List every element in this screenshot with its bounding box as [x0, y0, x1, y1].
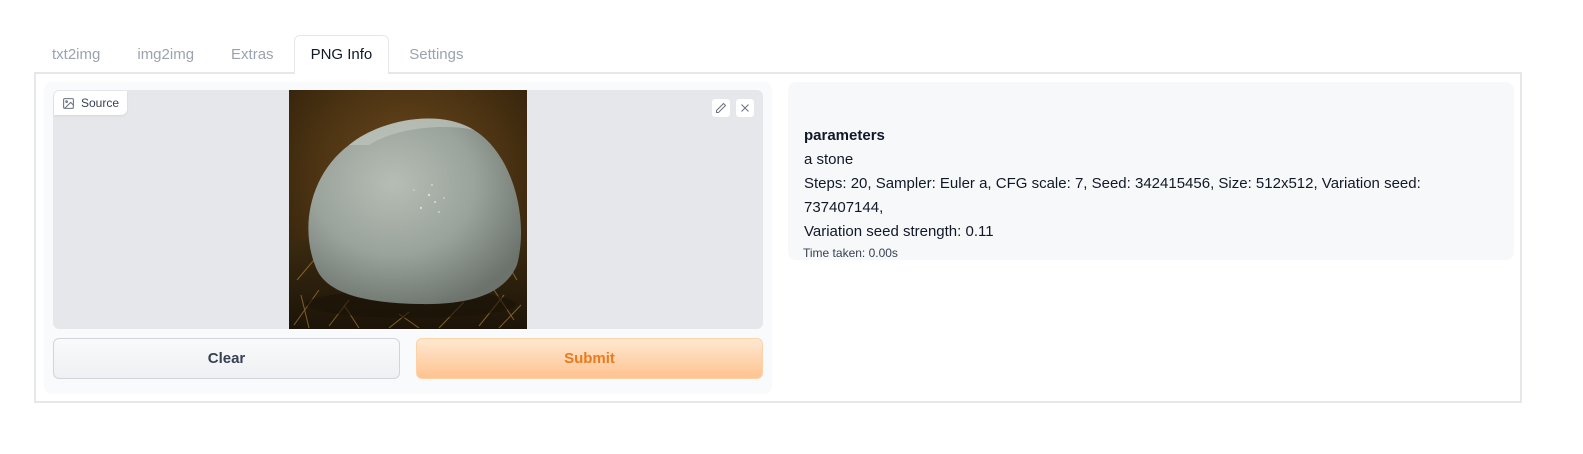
tab-png-info[interactable]: PNG Info [293, 35, 390, 75]
tab-bar: txt2img img2img Extras PNG Info Settings [35, 35, 483, 75]
tab-txt2img[interactable]: txt2img [35, 35, 117, 73]
edit-icon[interactable] [711, 98, 731, 118]
generation-settings-line-2: Variation seed strength: 0.11 [804, 223, 994, 240]
png-info-output: parameters a stone Steps: 20, Sampler: E… [788, 82, 1514, 260]
close-icon[interactable] [735, 98, 755, 118]
clear-button[interactable]: Clear [53, 338, 400, 379]
time-taken: Time taken: 0.00s [803, 246, 898, 260]
png-info-panel: Source Clear Submit parameters a stone S… [34, 72, 1522, 403]
source-image-dropzone[interactable]: Source [53, 90, 763, 329]
source-image [289, 90, 527, 329]
image-toolbar [711, 98, 755, 118]
generation-settings-line-1: Steps: 20, Sampler: Euler a, CFG scale: … [804, 175, 1421, 216]
image-icon [62, 97, 75, 110]
tab-settings[interactable]: Settings [392, 35, 480, 73]
submit-button[interactable]: Submit [416, 338, 763, 379]
tab-extras[interactable]: Extras [214, 35, 291, 73]
prompt-text: a stone [804, 151, 854, 168]
app-root: txt2img img2img Extras PNG Info Settings [0, 0, 1583, 454]
source-label-text: Source [81, 96, 120, 110]
tab-img2img[interactable]: img2img [120, 35, 211, 73]
parameters-heading: parameters [804, 127, 885, 144]
source-label: Source [54, 91, 128, 115]
source-column: Source Clear Submit [44, 82, 772, 394]
